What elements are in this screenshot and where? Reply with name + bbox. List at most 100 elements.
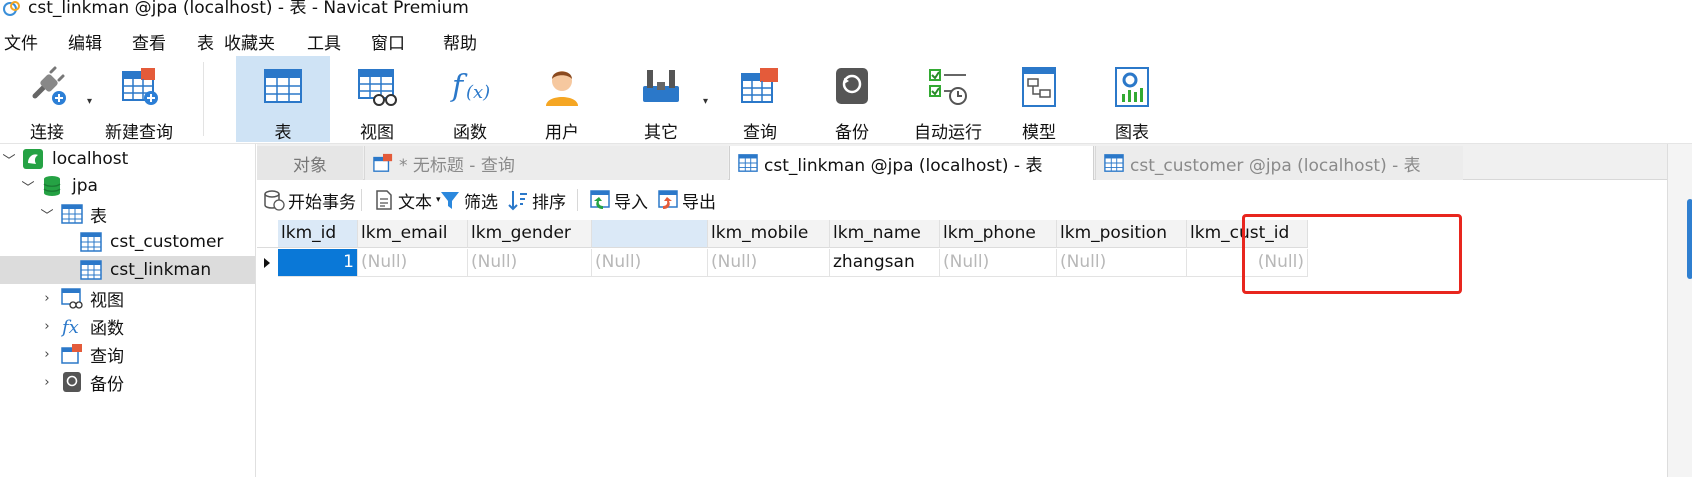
user-label: 用户: [545, 123, 579, 143]
table-label: 表: [274, 123, 292, 143]
tree-item-jpa[interactable]: ﹀ jpa: [0, 172, 255, 200]
chart-button[interactable]: 图表: [1100, 56, 1164, 143]
menu-view[interactable]: 查看: [132, 29, 166, 54]
sort-label: 排序: [532, 192, 566, 213]
menu-favorites[interactable]: 收藏夹: [224, 29, 275, 54]
menu-file[interactable]: 文件: [4, 29, 38, 54]
model-label: 模型: [1022, 123, 1056, 143]
tree-item-backups[interactable]: › 备份: [0, 368, 255, 396]
tree-item-cst-customer[interactable]: cst_customer: [0, 228, 255, 256]
tab-untitled-query[interactable]: * 无标题 - 查询: [364, 146, 728, 180]
toolbar-separator: [577, 189, 578, 211]
column-header-lkm-position[interactable]: lkm_position: [1057, 220, 1187, 248]
automation-label: 自动运行: [914, 123, 982, 143]
tree-label-cst-customer: cst_customer: [110, 232, 224, 252]
user-button[interactable]: 用户: [530, 56, 594, 143]
export-button[interactable]: 导出: [657, 187, 716, 213]
text-label: 文本: [398, 192, 432, 213]
column-header-lkm-id[interactable]: lkm_id: [278, 220, 358, 248]
begin-transaction-label: 开始事务: [288, 192, 356, 213]
menu-table[interactable]: 表: [197, 29, 214, 54]
filter-button[interactable]: 筛选: [439, 187, 498, 213]
column-header-lkm-email[interactable]: lkm_email: [358, 220, 468, 248]
other-dropdown-arrow[interactable]: ▾: [703, 96, 708, 107]
transaction-icon: [264, 190, 285, 211]
menu-window[interactable]: 窗口: [371, 29, 405, 54]
window-title: cst_linkman @jpa (localhost) - 表 - Navic…: [28, 0, 469, 18]
chart-icon: [1115, 67, 1149, 107]
tab-cst-linkman[interactable]: cst_linkman @jpa (localhost) - 表: [729, 146, 1094, 180]
table-cell-lkm-name[interactable]: zhangsan: [830, 249, 940, 277]
new-query-button[interactable]: 新建查询: [100, 56, 178, 143]
tree-item-functions[interactable]: › fx 函数: [0, 312, 255, 340]
chevron-down-icon[interactable]: ﹀: [40, 207, 54, 224]
begin-transaction-button[interactable]: 开始事务: [263, 187, 356, 213]
automation-button[interactable]: 自动运行: [905, 56, 991, 143]
table-cell-lkm-position[interactable]: (Null): [1057, 249, 1187, 277]
table-cell-lkm-gender[interactable]: (Null): [468, 249, 592, 277]
backup-label: 备份: [835, 123, 869, 143]
menu-edit[interactable]: 编辑: [68, 29, 102, 54]
tab-cst-customer-label: cst_customer @jpa (localhost) - 表: [1130, 155, 1421, 176]
export-label: 导出: [682, 192, 716, 213]
menu-help[interactable]: 帮助: [443, 29, 477, 54]
connect-dropdown-arrow[interactable]: ▾: [87, 96, 92, 107]
column-header-lkm-name[interactable]: lkm_name: [830, 220, 940, 248]
tab-objects[interactable]: 对象: [257, 146, 363, 180]
function-button[interactable]: f (x) 函数: [438, 56, 502, 143]
table-cell-lkm-phone[interactable]: (Null): [940, 249, 1057, 277]
import-label: 导入: [614, 192, 648, 213]
query-button[interactable]: 查询: [728, 56, 792, 143]
column-header-lkm-mobile[interactable]: lkm_mobile: [708, 220, 830, 248]
table-cell-lkm-mobile[interactable]: (Null): [708, 249, 830, 277]
table-button[interactable]: 表: [236, 56, 330, 143]
table-cell-unnamed[interactable]: (Null): [592, 249, 708, 277]
chevron-down-icon[interactable]: ﹀: [2, 152, 16, 169]
tree-item-tables[interactable]: ﹀ 表: [0, 200, 255, 228]
column-header-unnamed[interactable]: [592, 220, 708, 248]
plug-icon: [32, 66, 66, 105]
tree-label-views: 视图: [90, 290, 124, 311]
chevron-right-icon[interactable]: ›: [40, 319, 54, 334]
table-cell-lkm-email[interactable]: (Null): [358, 249, 468, 277]
column-header-lkm-phone[interactable]: lkm_phone: [940, 220, 1057, 248]
other-label: 其它: [644, 123, 678, 143]
export-icon: [658, 190, 678, 209]
menu-tools[interactable]: 工具: [307, 29, 341, 54]
connection-icon: [23, 149, 43, 169]
tree-item-queries[interactable]: › 查询: [0, 340, 255, 368]
tree-item-localhost[interactable]: ﹀ localhost: [0, 145, 255, 173]
column-header-lkm-gender[interactable]: lkm_gender: [468, 220, 592, 248]
table-cell-lkm-id[interactable]: 1: [278, 249, 358, 277]
tree-item-cst-linkman[interactable]: cst_linkman: [0, 256, 255, 284]
query-icon: [741, 68, 778, 103]
table-icon: [80, 232, 102, 252]
chevron-right-icon[interactable]: ›: [40, 347, 54, 362]
tree-label-queries: 查询: [90, 346, 124, 367]
table-icon: [264, 69, 302, 103]
tab-cst-customer[interactable]: cst_customer @jpa (localhost) - 表: [1095, 146, 1463, 180]
tree-item-views[interactable]: › 视图: [0, 284, 255, 312]
tab-bar: 对象 * 无标题 - 查询 cst_linkman @jpa (localhos…: [257, 144, 1667, 180]
backup-button[interactable]: 备份: [820, 56, 884, 143]
chevron-down-icon[interactable]: ﹀: [21, 179, 35, 196]
query-icon: [61, 344, 82, 364]
chevron-right-icon[interactable]: ›: [40, 291, 54, 306]
new-query-icon: [122, 68, 158, 105]
current-row-indicator-icon: [259, 249, 275, 277]
toolbar-separator: [361, 189, 362, 211]
title-bar: cst_linkman @jpa (localhost) - 表 - Navic…: [0, 0, 1692, 22]
sort-button[interactable]: 排序: [507, 187, 566, 213]
table-icon: [80, 260, 102, 280]
view-button[interactable]: 视图: [345, 56, 409, 143]
text-button[interactable]: 文本 ▾: [373, 187, 441, 213]
connect-button[interactable]: 连接: [14, 56, 80, 143]
tab-objects-label: 对象: [293, 155, 327, 176]
import-button[interactable]: 导入: [589, 187, 648, 213]
scrollbar-thumb[interactable]: [1687, 199, 1692, 279]
vertical-scrollbar[interactable]: [1667, 144, 1692, 477]
other-button[interactable]: 其它: [629, 56, 693, 143]
model-button[interactable]: 模型: [1007, 56, 1071, 143]
chevron-right-icon[interactable]: ›: [40, 375, 54, 390]
function-icon: f (x): [450, 69, 490, 104]
